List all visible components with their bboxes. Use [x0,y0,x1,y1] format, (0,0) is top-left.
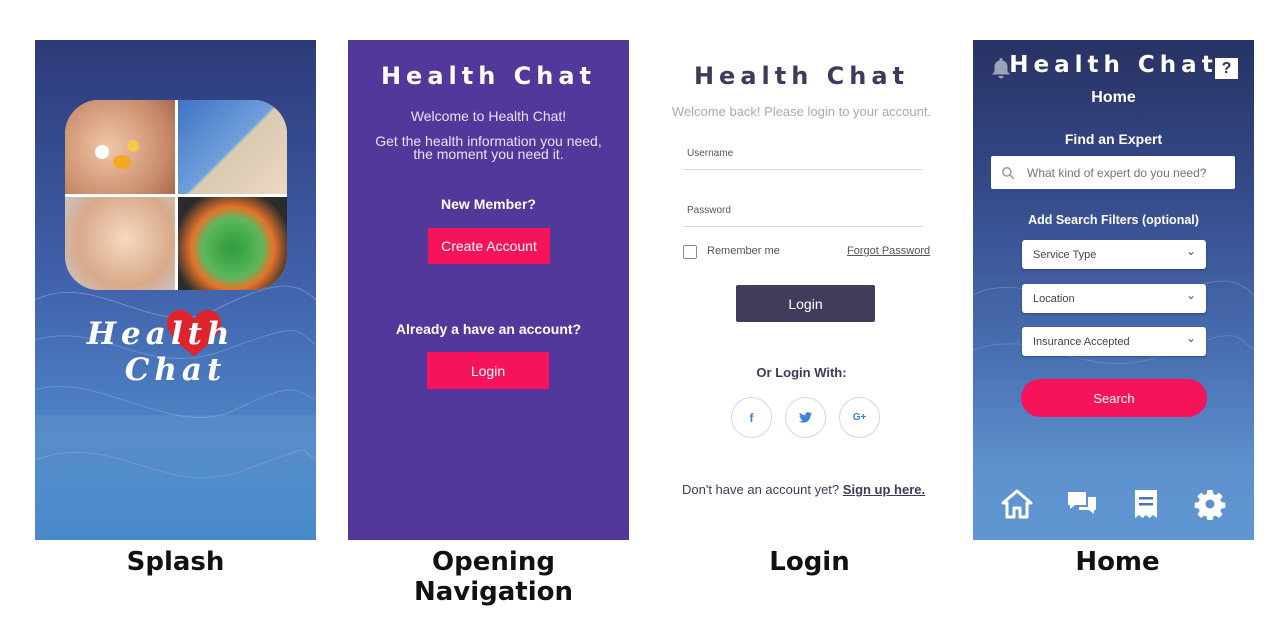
opening-navigation-screen: Health Chat Welcome to Health Chat! Get … [348,40,629,540]
google-login-button[interactable]: G+ [839,397,880,438]
splash-screen: Health Chat [35,40,316,540]
relaxing-woman-photo [65,196,175,290]
settings-gear-icon[interactable] [1194,488,1226,520]
page-title: Home [1091,89,1136,106]
chat-nav-icon[interactable] [1066,488,1098,520]
remember-me-checkbox[interactable] [683,245,697,259]
facebook-login-button[interactable]: f [731,397,772,438]
twitter-login-button[interactable] [785,397,826,438]
caption-login: Login [769,547,850,577]
location-value: Location [1033,292,1075,305]
google-plus-icon: G+ [852,412,867,423]
no-account-text: Don't have an account yet? [682,482,840,497]
remember-me-label: Remember me [707,245,780,257]
receipt-nav-icon[interactable] [1130,488,1162,520]
home-screen: Health Chat ? Home Find an Expert Add Se… [973,40,1254,540]
login-subtitle: Welcome back! Please login to your accou… [671,104,932,119]
service-type-select[interactable]: Service Type ⌄ [1022,240,1206,269]
app-title: Health Chat [693,62,910,90]
insurance-value: Insurance Accepted [1033,335,1130,348]
forgot-password-link[interactable]: Forgot Password [847,245,930,257]
question-mark-icon: ? [1221,60,1232,77]
acupuncture-model-photo [177,100,287,194]
app-title: Health Chat [1009,52,1218,78]
insurance-select[interactable]: Insurance Accepted ⌄ [1022,327,1206,356]
or-login-with-label: Or Login With: [756,365,847,380]
new-member-label: New Member? [441,196,536,212]
expert-search-box[interactable] [991,156,1235,189]
search-filters-label: Add Search Filters (optional) [1028,213,1199,227]
service-type-value: Service Type [1033,248,1097,261]
find-expert-label: Find an Expert [1064,131,1163,147]
logo-word-chat: Chat [124,352,227,388]
app-title: Health Chat [380,62,597,90]
help-button[interactable]: ? [1215,58,1238,79]
pills-in-hands-photo [65,100,175,194]
caption-splash: Splash [126,547,225,577]
signup-prompt: Don't have an account yet? Sign up here. [682,482,925,497]
splash-photo-grid [65,100,287,290]
caption-opening: Opening Navigation [413,547,574,607]
twitter-icon [799,412,812,423]
have-account-label: Already a have an account? [395,321,582,337]
username-underline [683,169,923,170]
splash-logo-text: Health Chat [35,316,316,388]
username-field[interactable]: Username [687,148,733,159]
vegetable-bowl-photo [177,196,287,290]
logo-word-health: Health [86,316,235,352]
login-screen: Health Chat Welcome back! Please login t… [661,40,942,540]
chevron-down-icon: ⌄ [1185,288,1196,302]
facebook-icon: f [749,410,754,425]
chevron-down-icon: ⌄ [1185,244,1196,258]
password-field[interactable]: Password [687,205,731,216]
create-account-button[interactable]: Create Account [428,228,550,264]
expert-search-input[interactable] [1025,164,1229,181]
search-button[interactable]: Search [1021,379,1207,417]
chevron-down-icon: ⌄ [1185,331,1196,345]
login-submit-button[interactable]: Login [736,285,875,322]
tagline-text: Get the health information you need, the… [375,133,602,162]
location-select[interactable]: Location ⌄ [1022,284,1206,313]
sign-up-link[interactable]: Sign up here. [843,482,925,497]
caption-home: Home [1075,547,1160,577]
password-underline [683,226,923,227]
home-nav-icon[interactable] [1001,488,1033,520]
login-button[interactable]: Login [427,352,549,389]
welcome-text: Welcome to Health Chat! [410,108,567,124]
search-icon [1002,166,1015,179]
